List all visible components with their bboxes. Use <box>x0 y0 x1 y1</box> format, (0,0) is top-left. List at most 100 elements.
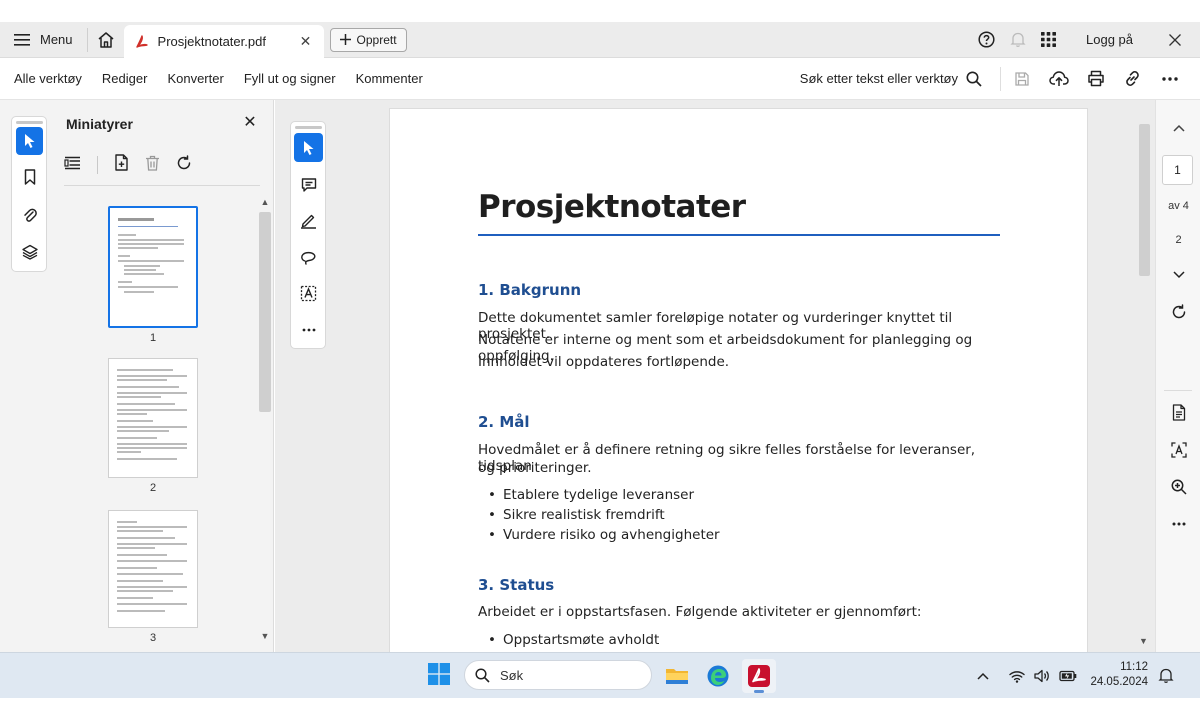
taskbar-clock[interactable]: 11:12 24.05.2024 <box>1084 660 1148 690</box>
page-options-button[interactable] <box>64 156 81 175</box>
notifications-button[interactable] <box>1002 22 1033 58</box>
login-button[interactable]: Logg på <box>1064 32 1159 47</box>
select-tool-button[interactable] <box>294 133 323 162</box>
thumbnail-line <box>117 458 177 460</box>
right-more-button[interactable] <box>1156 516 1200 532</box>
apps-button[interactable] <box>1033 22 1064 58</box>
title-bar: Menu Prosjektnotater.pdf ✕ Opprett Logg … <box>0 22 1200 59</box>
more-options-button[interactable] <box>1151 61 1188 97</box>
drag-handle[interactable] <box>16 121 43 124</box>
scan-ocr-button[interactable] <box>1156 440 1200 460</box>
refresh-button[interactable] <box>1156 302 1200 322</box>
volume-status[interactable] <box>1030 669 1054 683</box>
scroll-up-icon[interactable]: ▲ <box>259 196 271 208</box>
upload-share-button[interactable] <box>1040 61 1077 97</box>
document-tab[interactable]: Prosjektnotater.pdf ✕ <box>123 24 324 59</box>
window-close-button[interactable] <box>1159 22 1190 58</box>
divider <box>97 156 98 174</box>
menu-convert[interactable]: Konverter <box>159 71 231 86</box>
search-tools-button[interactable]: Søk etter tekst eller verktøy <box>800 71 1000 87</box>
thumbnail-line <box>117 603 187 605</box>
menu-edit[interactable]: Rediger <box>94 71 156 86</box>
tab-close-icon[interactable]: ✕ <box>298 33 314 50</box>
delete-page-button[interactable] <box>145 155 160 176</box>
thumbnail-line <box>117 375 187 377</box>
scroll-down-icon[interactable]: ▼ <box>259 630 271 642</box>
bookmarks-button[interactable] <box>16 163 43 191</box>
thumbnail-line <box>117 409 187 411</box>
thumbnail-line <box>117 451 141 453</box>
thumbnail-line <box>118 234 136 236</box>
wifi-status[interactable] <box>1004 670 1030 683</box>
system-tray <box>972 653 1082 699</box>
thumbnail-page-1[interactable] <box>108 206 198 328</box>
menu-comment[interactable]: Kommenter <box>348 71 431 86</box>
thumbnail-line <box>118 239 184 241</box>
screen-bottom-edge <box>0 698 1200 720</box>
thumbnail-line <box>117 597 153 599</box>
highlight-draw-button[interactable] <box>294 206 323 235</box>
bullet-item: Vurdere risiko og avhengigheter <box>488 527 720 543</box>
text-recognition-button[interactable] <box>294 279 323 308</box>
start-button[interactable] <box>428 663 450 690</box>
document-scroll-thumb[interactable] <box>1139 124 1150 276</box>
document-scrollbar[interactable]: ▼ <box>1137 110 1151 650</box>
thumbnails-scrollbar[interactable]: ▲ ▼ <box>258 196 272 646</box>
drag-handle[interactable] <box>295 126 322 129</box>
thumbnail-line <box>118 260 184 262</box>
thumbnail-line <box>118 247 158 249</box>
acrobat-app[interactable] <box>742 659 776 693</box>
pen-draw-icon <box>301 214 316 229</box>
cursor-arrow-icon <box>303 140 313 155</box>
thumbnails-close-icon[interactable]: ✕ <box>242 115 258 131</box>
bullet-item: Oppstartsmøte avholdt <box>488 632 659 648</box>
insert-page-button[interactable] <box>114 154 129 176</box>
print-button[interactable] <box>1077 61 1114 97</box>
previous-page-button[interactable] <box>1156 120 1200 136</box>
thumbnail-line <box>117 554 167 556</box>
add-comment-button[interactable] <box>294 170 323 199</box>
scroll-down-icon[interactable]: ▼ <box>1139 636 1148 646</box>
show-hidden-icons-button[interactable] <box>972 672 994 680</box>
rotate-page-button[interactable] <box>176 154 192 176</box>
help-icon <box>978 31 995 48</box>
file-explorer-app[interactable] <box>660 659 694 693</box>
home-button[interactable] <box>88 22 124 58</box>
thumbnail-page-2[interactable] <box>108 358 198 478</box>
page-info-button[interactable] <box>1156 402 1200 422</box>
notification-center-button[interactable] <box>1158 667 1174 689</box>
share-link-button[interactable] <box>1114 61 1151 97</box>
edge-browser-app[interactable] <box>701 659 735 693</box>
next-page-button[interactable] <box>1156 267 1200 283</box>
bullet-text: Oppstartsmøte avholdt <box>503 632 660 648</box>
link-icon <box>1126 71 1139 86</box>
menu-button[interactable]: Menu <box>0 22 87 58</box>
layers-button[interactable] <box>16 238 43 266</box>
lasso-draw-button[interactable] <box>294 243 323 272</box>
battery-status[interactable] <box>1054 670 1082 682</box>
right-rail: 1 av 4 2 <box>1155 100 1200 652</box>
thumbnail-line <box>118 218 154 221</box>
thumbnails-scroll-thumb[interactable] <box>259 212 271 412</box>
thumbnails-tools <box>64 152 192 178</box>
thumbnail-line <box>118 281 132 283</box>
toolbar-actions: Søk etter tekst eller verktøy <box>800 61 1194 97</box>
thumbnail-page-3[interactable] <box>108 510 198 628</box>
menu-fill-sign[interactable]: Fyll ut og signer <box>236 71 344 86</box>
more-tools-button[interactable] <box>294 315 323 344</box>
save-button[interactable] <box>1003 61 1040 97</box>
page-number-input[interactable]: 1 <box>1162 155 1193 185</box>
zoom-button[interactable] <box>1156 477 1200 497</box>
section-heading: 1. Bakgrunn <box>478 281 582 299</box>
help-button[interactable] <box>971 22 1002 58</box>
search-tools-label: Søk etter tekst eller verktøy <box>799 71 958 86</box>
taskbar-search[interactable]: Søk <box>464 660 652 690</box>
zoom-in-icon <box>1171 479 1187 495</box>
create-button[interactable]: Opprett <box>329 27 407 52</box>
thumbnail-line <box>117 580 163 582</box>
thumbnail-number: 3 <box>149 632 157 644</box>
select-tool-button[interactable] <box>16 127 43 155</box>
document-text-icon <box>1172 403 1185 421</box>
menu-all-tools[interactable]: Alle verktøy <box>6 71 90 86</box>
attachments-button[interactable] <box>16 201 43 229</box>
